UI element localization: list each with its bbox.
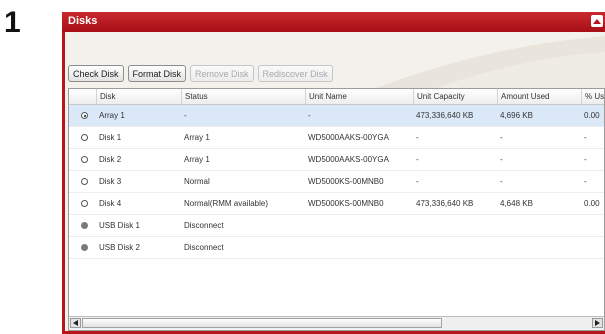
table-cell: Array 1 xyxy=(184,155,210,164)
table-cell: - xyxy=(584,155,587,164)
panel-title: Disks xyxy=(68,15,98,27)
table-cell: 473,336,640 KB xyxy=(416,199,474,208)
table-cell: 0.00 xyxy=(584,111,600,120)
panel-body: Check Disk Format Disk Remove Disk Rediscov… xyxy=(65,32,605,331)
table-header: Disk Status Unit Name Unit Capacity Amount U… xyxy=(69,89,604,105)
table-row[interactable]: Disk 3 Normal WD5000KS-00MNB0 - - - xyxy=(69,171,604,193)
table-cell: - xyxy=(500,155,503,164)
table-cell xyxy=(305,237,416,258)
disks-panel: Disks Check Disk Format Disk Remove Disk Re… xyxy=(62,12,605,334)
step-number: 1 xyxy=(4,6,21,39)
table-cell: - xyxy=(184,111,187,120)
panel-header: Disks xyxy=(62,12,605,32)
row-select-radio xyxy=(81,244,88,251)
row-select-radio[interactable] xyxy=(81,156,88,163)
column-header-status[interactable]: Status xyxy=(181,89,305,104)
column-header-select[interactable] xyxy=(69,89,96,104)
toolbar: Check Disk Format Disk Remove Disk Rediscov… xyxy=(68,65,333,82)
column-header-unit-capacity[interactable]: Unit Capacity xyxy=(413,89,497,104)
table-cell xyxy=(413,237,500,258)
scrollbar-thumb[interactable] xyxy=(82,318,442,328)
rediscover-disk-button[interactable]: Rediscover Disk xyxy=(257,65,333,82)
table-row[interactable]: Disk 2 Array 1 WD5000AAKS-00YGA - - - xyxy=(69,149,604,171)
row-select-radio[interactable] xyxy=(81,112,88,119)
table-cell: Array 1 xyxy=(184,133,210,142)
table-cell: 473,336,640 KB xyxy=(416,111,474,120)
horizontal-scrollbar[interactable] xyxy=(69,316,604,330)
table-row[interactable]: USB Disk 1 Disconnect xyxy=(69,215,604,237)
column-header-disk[interactable]: Disk xyxy=(96,89,181,104)
table-cell: WD5000KS-00MNB0 xyxy=(308,199,384,208)
table-cell: - xyxy=(308,111,311,120)
column-header-unit-name[interactable]: Unit Name xyxy=(305,89,413,104)
table-cell xyxy=(497,215,584,236)
table-row[interactable]: Array 1 - - 473,336,640 KB 4,696 KB 0.00 xyxy=(69,105,604,127)
table-cell: Normal(RMM available) xyxy=(184,199,269,208)
column-header-amount-used[interactable]: Amount Used xyxy=(497,89,581,104)
check-disk-button[interactable]: Check Disk xyxy=(68,65,124,82)
table-cell: Normal xyxy=(184,177,210,186)
table-cell xyxy=(305,215,416,236)
table-cell: - xyxy=(500,133,503,142)
table-cell: WD5000KS-00MNB0 xyxy=(308,177,384,186)
row-select-radio[interactable] xyxy=(81,200,88,207)
format-disk-button[interactable]: Format Disk xyxy=(127,65,187,82)
table-cell: USB Disk 1 xyxy=(99,221,140,230)
table-cell: - xyxy=(584,133,587,142)
table-cell: WD5000AAKS-00YGA xyxy=(308,133,389,142)
remove-disk-button[interactable]: Remove Disk xyxy=(190,65,254,82)
table-cell: - xyxy=(416,155,419,164)
table-cell: 0.00 xyxy=(584,199,600,208)
disks-table: Disk Status Unit Name Unit Capacity Amount U… xyxy=(68,88,605,331)
table-cell: Disconnect xyxy=(184,221,224,230)
table-cell: Disk 2 xyxy=(99,155,122,164)
table-cell: Disk 3 xyxy=(99,177,122,186)
table-cell: 4,648 KB xyxy=(500,199,533,208)
table-cell xyxy=(581,237,604,258)
table-row[interactable]: Disk 1 Array 1 WD5000AAKS-00YGA - - - xyxy=(69,127,604,149)
table-cell xyxy=(413,215,500,236)
table-cell: 4,696 KB xyxy=(500,111,533,120)
collapse-up-icon[interactable] xyxy=(591,15,603,27)
table-cell: Disconnect xyxy=(184,243,224,252)
table-row[interactable]: USB Disk 2 Disconnect xyxy=(69,237,604,259)
table-cell: - xyxy=(500,177,503,186)
table-cell: Array 1 xyxy=(99,111,125,120)
table-cell: - xyxy=(584,177,587,186)
table-cell: - xyxy=(416,177,419,186)
table-cell: WD5000AAKS-00YGA xyxy=(308,155,389,164)
header-swoosh-decoration xyxy=(365,36,605,92)
table-cell: Disk 4 xyxy=(99,199,122,208)
table-cell: USB Disk 2 xyxy=(99,243,140,252)
table-cell xyxy=(581,215,604,236)
row-select-radio xyxy=(81,222,88,229)
table-cell xyxy=(497,237,584,258)
column-header--us[interactable]: % Us xyxy=(581,89,604,104)
row-select-radio[interactable] xyxy=(81,178,88,185)
table-cell: Disk 1 xyxy=(99,133,122,142)
row-select-radio[interactable] xyxy=(81,134,88,141)
table-cell: - xyxy=(416,133,419,142)
table-row[interactable]: Disk 4 Normal(RMM available) WD5000KS-00MN… xyxy=(69,193,604,215)
arrow-right-icon[interactable] xyxy=(592,318,603,328)
arrow-left-icon[interactable] xyxy=(70,318,81,328)
